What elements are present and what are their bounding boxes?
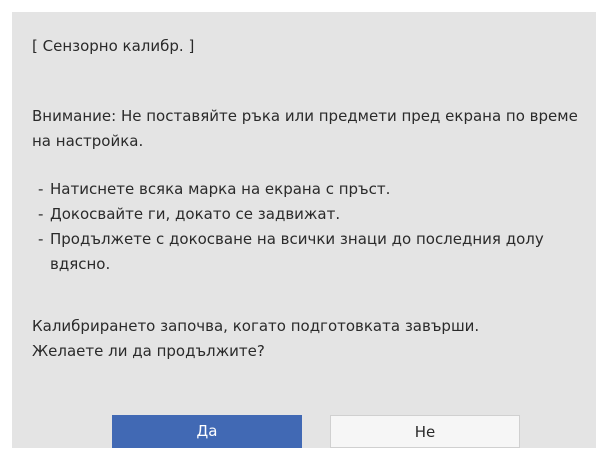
instruction-item: Докосвайте ги, докато се задвижат. [38, 202, 588, 227]
warning-text: Внимание: Не поставяйте ръка или предмет… [32, 107, 578, 150]
instruction-item: Продължете с докосване на всички знаци д… [38, 227, 588, 277]
no-button[interactable]: Не [330, 415, 520, 448]
confirmation-line: Калибрирането започва, когато подготовка… [32, 317, 480, 335]
instruction-item: Натиснете всяка марка на екрана с пръст. [38, 177, 588, 202]
dialog-buttons: Да Не [112, 415, 522, 448]
yes-button[interactable]: Да [112, 415, 302, 448]
dialog-title: [ Сензорно калибр. ] [32, 37, 195, 55]
confirmation-text: Калибрирането започва, когато подготовка… [32, 314, 592, 364]
confirmation-question: Желаете ли да продължите? [32, 342, 265, 360]
touch-calibration-dialog: [ Сензорно калибр. ] Внимание: Не постав… [12, 12, 596, 448]
instruction-list: Натиснете всяка марка на екрана с пръст.… [38, 177, 588, 277]
